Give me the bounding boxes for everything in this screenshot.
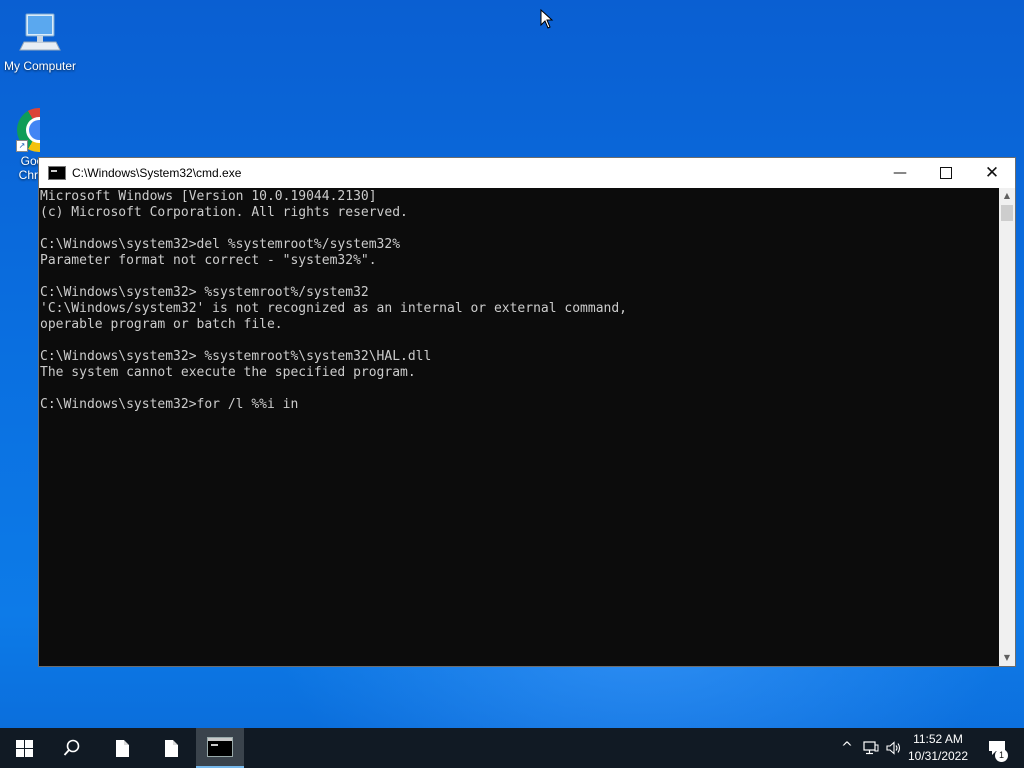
search-button[interactable] <box>48 728 96 768</box>
clock-date: 10/31/2022 <box>907 749 969 763</box>
console-output[interactable]: Microsoft Windows [Version 10.0.19044.21… <box>39 188 999 666</box>
taskbar: ^ 11:52 AM 10/31/2022 1 <box>0 728 1024 768</box>
cmd-icon <box>207 737 233 757</box>
scroll-thumb[interactable] <box>1001 205 1013 221</box>
window-titlebar[interactable]: C:\Windows\System32\cmd.exe — ✕ <box>39 158 1015 188</box>
cmd-window[interactable]: C:\Windows\System32\cmd.exe — ✕ Microsof… <box>38 157 1016 667</box>
console-line: C:\Windows\system32> %systemroot%\system… <box>40 349 432 364</box>
windows-logo-icon <box>15 739 33 757</box>
minimize-button[interactable]: — <box>877 158 923 188</box>
search-icon <box>63 739 80 756</box>
desktop-icon-label: My Computer <box>3 59 77 73</box>
console-line: The system cannot execute the specified … <box>40 365 416 380</box>
clock-time: 11:52 AM <box>913 732 963 746</box>
desktop-icon-my-computer[interactable]: My Computer <box>0 10 80 73</box>
mouse-cursor-icon <box>540 9 554 29</box>
taskbar-clock[interactable]: 11:52 AM 10/31/2022 <box>906 731 970 765</box>
console-line: C:\Windows\system32> %systemroot%/system… <box>40 285 369 300</box>
scroll-down-icon[interactable]: ▼ <box>999 650 1015 666</box>
cmd-icon <box>48 166 66 180</box>
taskbar-app-file-2[interactable] <box>147 728 195 768</box>
taskbar-app-file-1[interactable] <box>98 728 146 768</box>
minimize-icon: — <box>893 165 907 181</box>
window-title: C:\Windows\System32\cmd.exe <box>72 166 242 180</box>
console-line: C:\Windows\system32>del %systemroot%/sys… <box>40 237 401 252</box>
console-line: C:\Windows\system32>for /l %%i in <box>40 397 299 412</box>
volume-button[interactable] <box>883 728 905 768</box>
file-icon <box>115 739 129 757</box>
console-line: 'C:\Windows/system32' is not recognized … <box>40 301 627 316</box>
shortcut-arrow-icon: ↗ <box>16 140 28 152</box>
maximize-icon <box>940 167 952 179</box>
console-line: Parameter format not correct - "system32… <box>40 253 377 268</box>
chevron-up-icon: ^ <box>841 740 853 756</box>
computer-icon <box>19 13 61 51</box>
volume-icon <box>886 741 901 755</box>
show-hidden-icons-button[interactable]: ^ <box>836 728 858 768</box>
desktop-icon-label: Google Chrome <box>18 154 40 182</box>
file-icon <box>164 739 178 757</box>
close-button[interactable]: ✕ <box>969 158 1015 188</box>
console-line: Microsoft Windows [Version 10.0.19044.21… <box>40 189 377 204</box>
close-icon: ✕ <box>984 163 1000 183</box>
network-icon <box>863 741 879 755</box>
action-center-button[interactable]: 1 <box>980 728 1014 768</box>
scroll-up-icon[interactable]: ▲ <box>999 188 1015 204</box>
console-line: operable program or batch file. <box>40 317 283 332</box>
taskbar-app-cmd[interactable] <box>196 728 244 768</box>
notification-count-badge: 1 <box>995 749 1008 762</box>
vertical-scrollbar[interactable]: ▲ ▼ <box>999 188 1015 666</box>
network-button[interactable] <box>860 728 882 768</box>
console-line: (c) Microsoft Corporation. All rights re… <box>40 205 408 220</box>
maximize-button[interactable] <box>923 158 969 188</box>
start-button[interactable] <box>0 728 48 768</box>
